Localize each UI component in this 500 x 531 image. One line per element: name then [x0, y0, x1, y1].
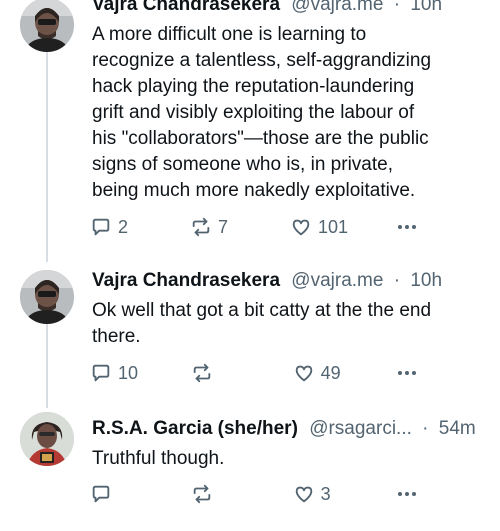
post-time[interactable]: 10h [410, 270, 442, 291]
reply-button[interactable]: 10 [90, 362, 144, 384]
thread-connector [46, 324, 48, 408]
more-icon [398, 225, 416, 229]
more-button[interactable] [394, 362, 420, 384]
post-header: Vajra Chandrasekera @vajra.me · 10h [92, 0, 482, 18]
post-time[interactable]: 54m [439, 418, 476, 439]
author-handle[interactable]: @rsagarci... [309, 418, 412, 439]
reply-icon [92, 364, 110, 382]
post-time[interactable]: 10h [410, 0, 442, 15]
like-button[interactable]: 3 [293, 483, 347, 505]
heart-icon [295, 365, 312, 382]
post-actions: 3 [90, 480, 420, 508]
post-text: A more difficult one is learning to reco… [92, 24, 432, 201]
like-count: 3 [320, 484, 331, 504]
like-button[interactable]: 101 [290, 216, 348, 238]
post-text: Ok well that got a bit catty at the the … [92, 300, 432, 347]
post-header: Vajra Chandrasekera @vajra.me · 10h [92, 268, 482, 294]
reply-icon [92, 218, 110, 236]
reply-count: 2 [118, 217, 129, 237]
repost-icon [192, 217, 210, 237]
more-icon [397, 371, 416, 375]
heart-icon [295, 486, 312, 503]
post-actions: 10 49 [90, 359, 420, 387]
reply-button[interactable] [90, 483, 144, 505]
repost-icon [194, 484, 211, 504]
author-name[interactable]: Vajra Chandrasekera [92, 0, 280, 15]
post-actions: 2 7 101 [90, 213, 420, 241]
post-header: R.S.A. Garcia (she/her) @rsagarci... · 5… [92, 416, 482, 442]
repost-button[interactable] [191, 362, 245, 384]
author-handle[interactable]: @vajra.me [291, 0, 383, 15]
repost-button[interactable]: 7 [190, 216, 244, 238]
more-button[interactable] [394, 483, 420, 505]
avatar[interactable] [20, 0, 74, 52]
like-count: 101 [317, 217, 349, 237]
post-text: Truthful though. [92, 448, 225, 469]
more-icon [397, 492, 416, 496]
author-name[interactable]: R.S.A. Garcia (she/her) [92, 418, 298, 439]
repost-button[interactable] [191, 483, 245, 505]
header-separator: · [393, 0, 401, 15]
reply-button[interactable]: 2 [90, 216, 144, 238]
reply-icon [92, 485, 110, 503]
repost-icon [194, 363, 211, 383]
like-count: 49 [320, 363, 341, 383]
avatar[interactable] [20, 412, 74, 466]
repost-count: 7 [217, 217, 228, 237]
like-button[interactable]: 49 [293, 362, 347, 384]
more-button[interactable] [394, 216, 420, 238]
header-separator: · [422, 418, 429, 439]
avatar[interactable] [20, 270, 74, 324]
thread-view: Vajra Chandrasekera @vajra.me · 10h A mo… [0, 0, 500, 531]
author-name[interactable]: Vajra Chandrasekera [92, 270, 280, 291]
thread-connector [46, 50, 48, 262]
header-separator: · [393, 270, 401, 291]
heart-icon [292, 219, 310, 236]
author-handle[interactable]: @vajra.me [291, 270, 383, 291]
reply-count: 10 [118, 363, 139, 383]
